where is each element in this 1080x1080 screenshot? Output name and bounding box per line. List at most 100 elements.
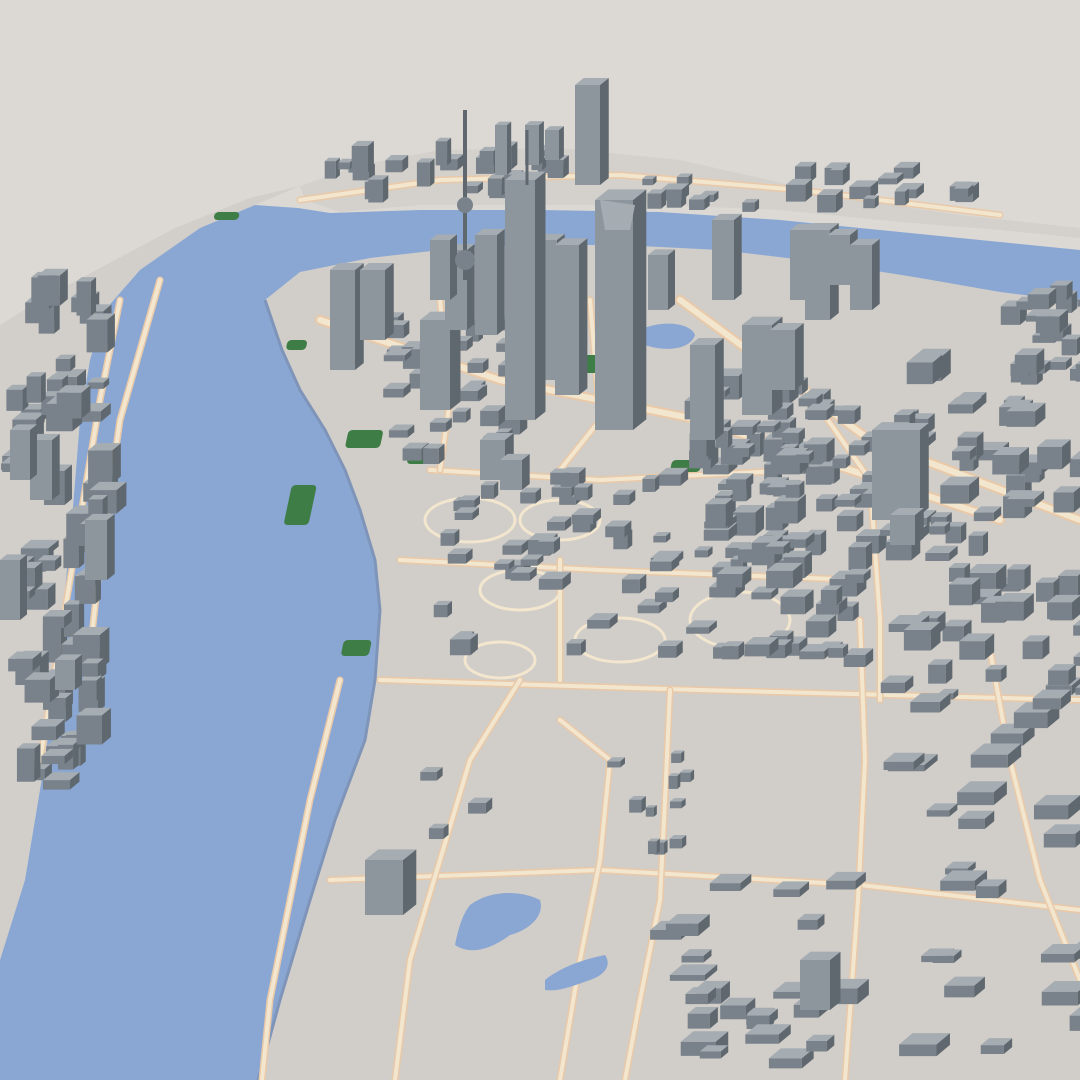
building-front [745,1034,779,1044]
building-front [402,448,422,461]
building-front [440,533,455,546]
building-front [746,1015,770,1025]
building-front [799,651,825,660]
building-front [520,559,538,566]
tower-side [385,263,394,340]
building-front [768,1058,802,1069]
building-front [607,761,621,768]
building-front [26,376,41,403]
building-side [368,140,374,173]
building-front [926,810,950,817]
building-front [883,761,914,770]
building-front [744,644,770,657]
building-front [669,801,682,809]
building-front [863,198,875,209]
tower-front [805,230,830,320]
building-front [953,188,969,198]
building-front [940,485,969,504]
building-front [742,202,755,212]
building-front [773,889,800,898]
building-front [423,448,439,465]
building-front [899,1044,937,1057]
building-front [647,193,662,209]
building-front [679,772,691,782]
tower-front [895,430,920,515]
tower-front [0,560,20,620]
building-front [985,669,1002,682]
tower-front [365,860,403,915]
building-front [932,955,954,964]
building-front [76,281,91,316]
tower-front [420,320,450,410]
building-front [720,1005,746,1020]
building-front [685,993,708,1005]
building-front [845,574,864,583]
building-front [766,570,793,589]
building-front [906,362,933,385]
tv-tower-sphere [457,197,473,213]
building-front [722,646,739,660]
building-front [649,561,672,572]
building-front [566,643,581,656]
building-front [428,828,444,840]
building-front [843,654,866,667]
building-front [694,550,708,558]
tower-side [30,424,37,480]
building-front [324,161,336,179]
tower-side [52,433,60,500]
tower-front [742,325,772,415]
tower-side [795,323,804,390]
building-front [383,355,405,362]
building-front [31,726,56,741]
building-front [929,526,945,535]
building-front [574,487,588,501]
tower-side [633,189,647,430]
building-front [669,838,682,849]
tower-front [770,330,795,390]
tower-front [545,130,559,160]
building-front [86,319,108,353]
city-map-render [0,0,1080,1080]
tower-front [495,125,507,175]
building-front [973,512,994,522]
building-front [642,178,653,186]
building-front [1032,698,1061,710]
building-front [836,515,857,532]
building-front [338,162,350,170]
building-front [805,410,827,420]
building-front [1014,354,1037,375]
building-front [785,184,806,202]
building-front [654,592,673,603]
tower-side [715,338,724,440]
building-front [88,450,113,484]
building-front [8,658,33,672]
building-front [806,1040,827,1052]
tv-tower-sphere [455,250,475,270]
building-front [820,590,837,606]
building-front [1049,361,1066,370]
building-front [653,535,666,543]
building-front [1013,712,1048,729]
building-front [629,799,642,813]
building-front [637,605,660,614]
building-front [848,445,865,456]
building-side [511,141,518,170]
building-front [805,621,829,638]
building-front [992,455,1020,475]
building-front [797,919,818,930]
tower-side [539,121,544,165]
building-side [90,277,97,316]
building-front [816,498,832,512]
building-front [681,955,704,963]
building-front [669,974,705,981]
building-front [452,411,466,423]
tower-side [872,238,880,310]
building-front [510,572,530,581]
tower-front [475,235,497,335]
building-front [416,162,430,187]
tower-side [734,213,742,300]
building-front [547,159,564,179]
tower-front [360,270,385,340]
building-front [826,880,856,890]
building-front [1035,316,1060,334]
